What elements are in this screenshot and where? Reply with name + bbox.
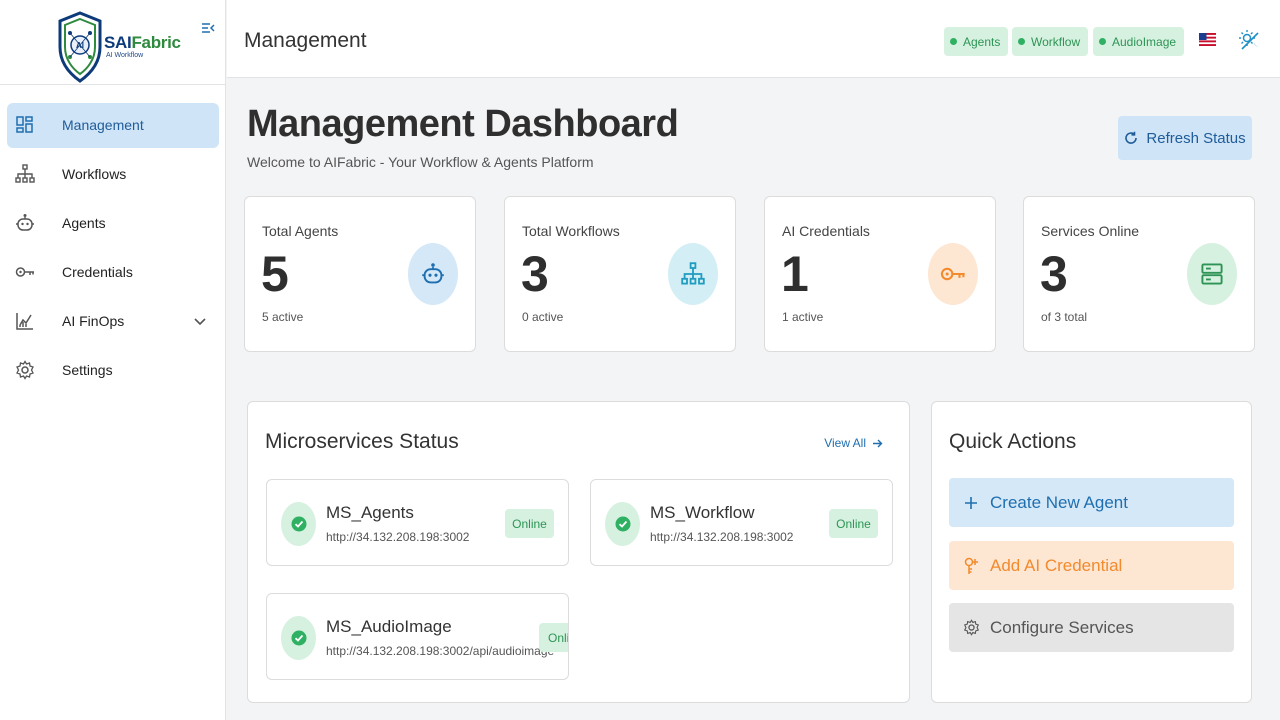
stat-card-total-workflows: Total Workflows 3 0 active (504, 196, 736, 352)
stat-icon-wrap (668, 243, 718, 305)
key-icon (15, 267, 34, 277)
check-circle-icon (281, 616, 316, 660)
topbar: Management Agents Workflow AudioImage (227, 0, 1280, 78)
stat-icon-wrap (1187, 243, 1237, 305)
stat-label: Total Workflows (522, 223, 620, 239)
arrow-right-icon (873, 439, 883, 447)
create-new-agent-button[interactable]: Create New Agent (949, 478, 1234, 527)
chevron-down-icon[interactable] (193, 315, 207, 329)
finops-chart-icon (16, 313, 33, 330)
status-badge: Online (829, 509, 878, 538)
stat-sub: 5 active (262, 310, 304, 324)
service-chip-workflow[interactable]: Workflow (1012, 27, 1089, 56)
add-ai-credential-button[interactable]: Add AI Credential (949, 541, 1234, 590)
dashboard-subtitle: Welcome to AIFabric - Your Workflow & Ag… (247, 154, 594, 170)
service-name: MS_Workflow (650, 503, 755, 522)
sidebar-item-settings[interactable]: Settings (7, 348, 219, 393)
refresh-status-button[interactable]: Refresh Status (1118, 116, 1252, 160)
sidebar-item-credentials[interactable]: Credentials (7, 250, 219, 295)
service-card-ms-audioimage[interactable]: MS_AudioImage http://34.132.208.198:3002… (266, 593, 569, 680)
configure-services-button[interactable]: Configure Services (949, 603, 1234, 652)
sidebar-item-label: Workflows (62, 166, 127, 182)
logo-text: SAIFabric (104, 33, 181, 52)
service-url: http://34.132.208.198:3002 (326, 530, 470, 544)
logo-shield-icon: AI (58, 11, 102, 83)
status-dot (950, 38, 957, 45)
theme-toggle-icon[interactable] (1238, 29, 1260, 51)
key-icon (940, 267, 965, 281)
stat-sub: 0 active (522, 310, 564, 324)
service-name: MS_Agents (326, 503, 414, 522)
stat-card-ai-credentials: AI Credentials 1 1 active (764, 196, 996, 352)
service-card-ms-agents[interactable]: MS_Agents http://34.132.208.198:3002 Onl… (266, 479, 569, 566)
microservices-title: Microservices Status (265, 430, 459, 453)
service-card-ms-workflow[interactable]: MS_Workflow http://34.132.208.198:3002 O… (590, 479, 893, 566)
dashboard-icon (16, 116, 33, 133)
stat-label: AI Credentials (782, 223, 870, 239)
page-title: Management (244, 29, 367, 52)
refresh-icon (1125, 131, 1138, 144)
status-dot (1099, 38, 1106, 45)
stat-card-services-online: Services Online 3 of 3 total (1023, 196, 1255, 352)
sidebar-item-label: Agents (62, 215, 106, 231)
sidebar-item-label: Credentials (62, 264, 133, 280)
sidebar-item-workflows[interactable]: Workflows (7, 152, 219, 197)
stat-sub: of 3 total (1041, 310, 1088, 324)
gear-icon (16, 360, 34, 380)
logo-subtitle: AI Workflow (106, 52, 144, 59)
gear-icon (962, 619, 980, 637)
sidebar-item-ai-finops[interactable]: AI FinOps (7, 299, 219, 344)
check-circle-icon (605, 502, 640, 546)
collapse-sidebar-icon[interactable] (200, 20, 216, 36)
us-flag-icon[interactable] (1199, 33, 1216, 46)
view-all-link[interactable]: View All (824, 436, 883, 450)
microservices-panel: Microservices Status View All MS_Agents … (247, 401, 910, 703)
stat-sub: 1 active (782, 310, 824, 324)
stat-card-total-agents: Total Agents 5 5 active (244, 196, 476, 352)
robot-icon (16, 214, 34, 231)
sidebar-item-management[interactable]: Management (7, 103, 219, 148)
status-badge: Online (539, 623, 568, 652)
robot-icon (422, 263, 444, 284)
sidebar-item-label: Settings (62, 362, 113, 378)
stat-icon-wrap (928, 243, 978, 305)
hierarchy-icon (681, 262, 705, 285)
service-chip-agents[interactable]: Agents (944, 27, 1009, 56)
quick-actions-title: Quick Actions (949, 430, 1077, 453)
stat-value: 1 (781, 246, 809, 302)
logo-area: AI SAIFabric AI Workflow (0, 0, 226, 85)
dashboard-title: Management Dashboard (247, 103, 679, 145)
service-url: http://34.132.208.198:3002/api/audioimag… (326, 644, 555, 658)
sidebar-item-agents[interactable]: Agents (7, 201, 219, 246)
sidebar: AI SAIFabric AI Workflow Management Work… (0, 0, 226, 720)
status-dot (1018, 38, 1025, 45)
stat-value: 3 (1040, 246, 1068, 302)
hierarchy-icon (15, 164, 35, 183)
check-circle-icon (281, 502, 316, 546)
plus-icon (962, 494, 980, 512)
service-chip-audioimage[interactable]: AudioImage (1093, 27, 1185, 56)
key-plus-icon (962, 557, 980, 575)
stat-value: 3 (521, 246, 549, 302)
refresh-status-label: Refresh Status (1146, 129, 1246, 147)
stat-icon-wrap (408, 243, 458, 305)
status-badge: Online (505, 509, 554, 538)
service-name: MS_AudioImage (326, 617, 452, 636)
stat-value: 5 (261, 246, 289, 302)
stat-label: Total Agents (262, 223, 339, 239)
server-icon (1201, 263, 1223, 285)
sidebar-item-label: Management (62, 117, 144, 133)
sidebar-item-label: AI FinOps (62, 313, 125, 329)
stat-label: Services Online (1041, 223, 1140, 239)
service-url: http://34.132.208.198:3002 (650, 530, 794, 544)
